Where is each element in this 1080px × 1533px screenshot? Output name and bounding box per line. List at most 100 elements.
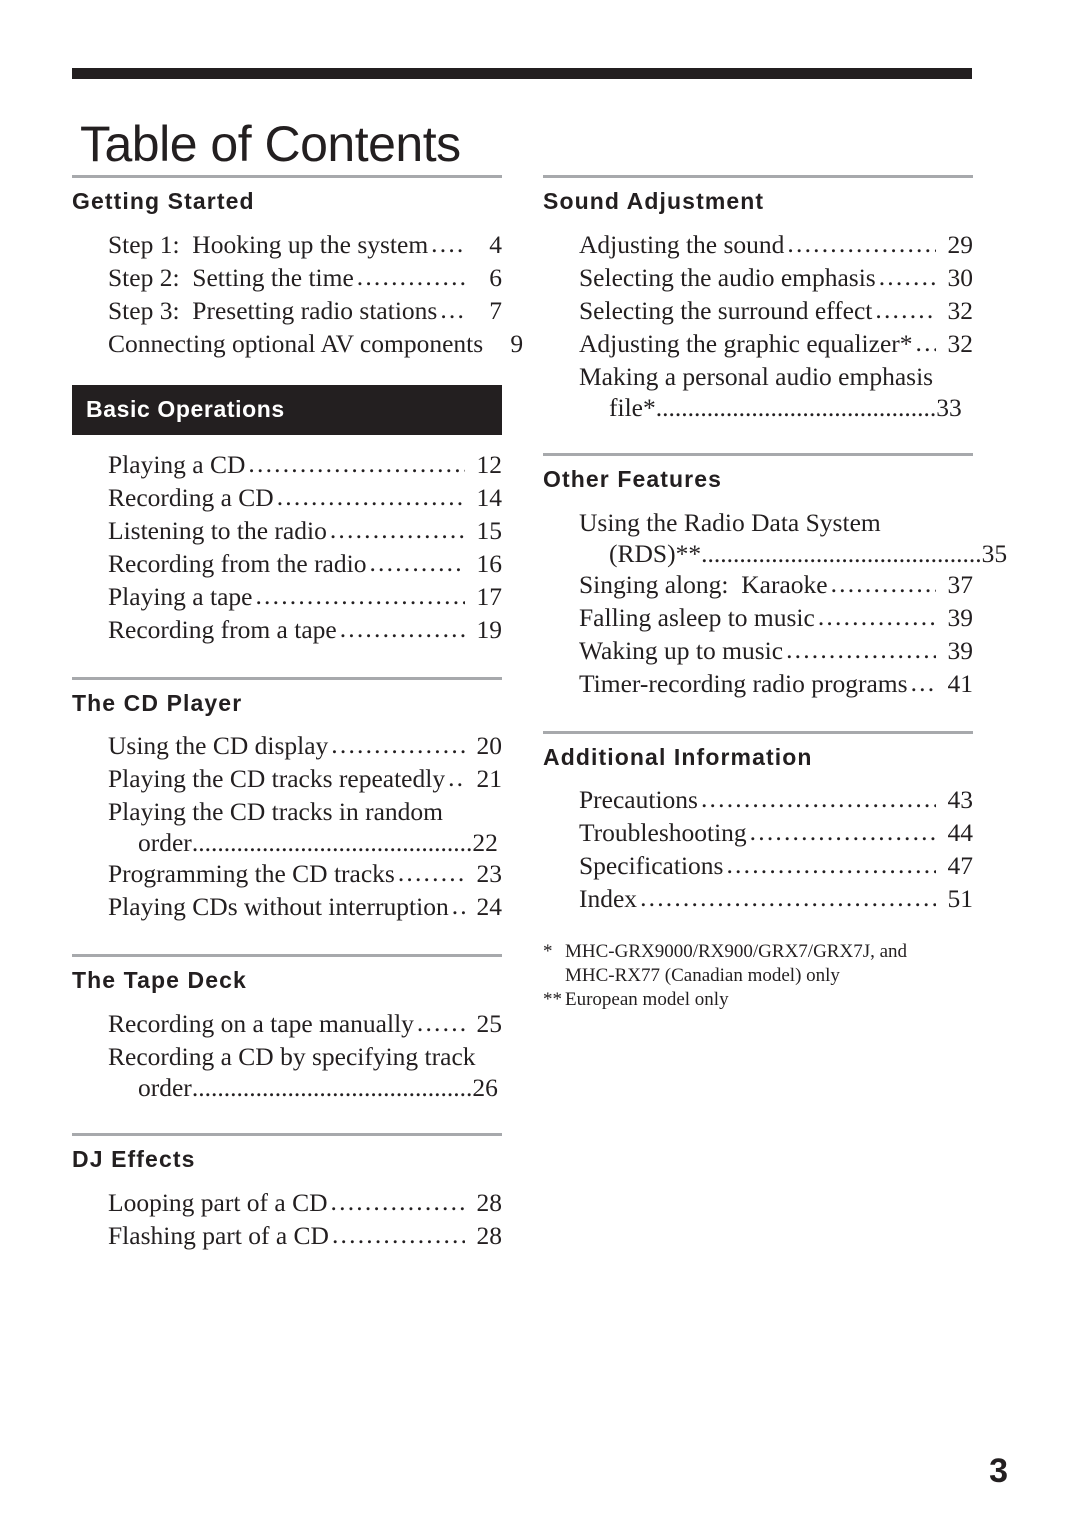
section-divider: [72, 1133, 502, 1136]
toc-entry-continuation: (RDS)**.................................…: [579, 538, 1007, 569]
toc-entry[interactable]: Step 1: Hooking up the system...........…: [72, 229, 502, 260]
toc-entry-label: Specifications: [579, 851, 724, 881]
toc-entry-label: Selecting the surround effect: [579, 295, 873, 325]
toc-entry[interactable]: Selecting the audio emphasis............…: [543, 262, 973, 293]
toc-entry-list: Using the CD display....................…: [72, 730, 502, 922]
toc-entry[interactable]: Playing CDs without interruption........…: [72, 891, 502, 922]
toc-entry[interactable]: Falling asleep to music.................…: [543, 602, 973, 633]
toc-entry-label: Step 3: Presetting radio stations: [108, 295, 438, 325]
toc-entry[interactable]: Connecting optional AV components.......…: [72, 328, 523, 359]
dot-leader: ........................................…: [451, 891, 465, 921]
toc-entry-page-number: 7: [489, 295, 502, 325]
toc-entry[interactable]: Waking up to music......................…: [543, 635, 973, 666]
toc-entry-list: Precautions.............................…: [543, 784, 973, 914]
toc-entry-page-number: 28: [476, 1220, 503, 1250]
dot-leader: ........................................…: [786, 634, 936, 664]
toc-entry[interactable]: Adjusting the graphic equalizer*........…: [543, 328, 973, 359]
toc-section: The Tape Deck Recording on a tape manuall…: [72, 954, 502, 1103]
section-heading[interactable]: Sound Adjustment: [543, 187, 973, 216]
toc-entry[interactable]: Recording a CD by specifying track order.…: [72, 1041, 502, 1103]
toc-entry[interactable]: Timer-recording radio programs..........…: [543, 668, 973, 699]
dot-leader: ........................................…: [191, 1073, 473, 1102]
toc-entry-list: Step 1: Hooking up the system...........…: [72, 229, 523, 359]
toc-entry-label: Adjusting the sound: [579, 229, 785, 259]
footnote: ** European model only: [543, 988, 973, 1012]
toc-entry[interactable]: Using the Radio Data System (RDS)**......…: [543, 507, 1007, 569]
toc-entry[interactable]: Precautions.............................…: [543, 784, 973, 815]
toc-entry[interactable]: Recording from the radio................…: [72, 548, 502, 579]
toc-entry[interactable]: Playing the CD tracks repeatedly........…: [72, 763, 502, 794]
dot-leader: ........................................…: [655, 392, 937, 422]
toc-entry[interactable]: Programming the CD tracks...............…: [72, 858, 502, 889]
toc-entry[interactable]: Playing a CD............................…: [72, 449, 502, 480]
toc-entry-page-number: 4: [489, 229, 502, 259]
toc-entry-page-number: 15: [476, 515, 503, 545]
toc-entry[interactable]: Step 3: Presetting radio stations.......…: [72, 295, 502, 326]
toc-entry[interactable]: Flashing part of a CD...................…: [72, 1220, 502, 1251]
section-divider: [72, 954, 502, 958]
toc-entry-label: Connecting optional AV components: [108, 328, 484, 358]
dot-leader: ........................................…: [440, 294, 465, 324]
toc-entry-page-number: 51: [947, 884, 974, 914]
toc-entry-label: Playing the CD tracks repeatedly: [108, 764, 446, 794]
toc-entry[interactable]: Troubleshooting.........................…: [543, 817, 973, 848]
toc-entry-page-number: 26: [472, 1073, 498, 1102]
toc-entry-page-number: 32: [947, 328, 974, 358]
section-heading[interactable]: DJ Effects: [72, 1145, 502, 1174]
toc-entry-label-second-line: order: [138, 828, 192, 858]
toc-entry-label: Step 2: Setting the time: [108, 262, 354, 292]
toc-entry-label-second-line: order: [138, 1073, 192, 1102]
dot-leader: ........................................…: [830, 568, 936, 598]
toc-entry-label: Listening to the radio: [108, 515, 327, 545]
page-number: 3: [989, 1452, 1008, 1490]
toc-section: Getting Started Step 1: Hooking up the sy…: [72, 175, 523, 359]
toc-entry[interactable]: Recording a CD..........................…: [72, 482, 502, 513]
toc-entry-label: Playing the CD tracks in random: [108, 797, 443, 827]
toc-entry-label: Using the Radio Data System: [579, 507, 881, 537]
toc-entry-continuation: order...................................…: [108, 827, 502, 858]
toc-entry[interactable]: Recording from a tape...................…: [72, 614, 502, 645]
toc-entry[interactable]: Index...................................…: [543, 883, 973, 914]
toc-entry-continuation: order...................................…: [108, 1072, 502, 1103]
toc-entry[interactable]: Adjusting the sound.....................…: [543, 229, 973, 260]
toc-entry-page-number: 21: [476, 764, 503, 794]
section-heading[interactable]: Basic Operations: [72, 384, 502, 435]
toc-entry[interactable]: Looping part of a CD....................…: [72, 1187, 502, 1218]
footnote-text-line: MHC-GRX9000/RX900/GRX7/GRX7J, and: [565, 941, 908, 963]
toc-entry-page-number: 47: [947, 851, 974, 881]
toc-entry[interactable]: Specifications..........................…: [543, 850, 973, 881]
dot-leader: ........................................…: [700, 784, 936, 814]
header-rule: [72, 68, 972, 79]
section-heading[interactable]: The CD Player: [72, 689, 502, 718]
dot-leader: ........................................…: [331, 730, 465, 760]
toc-entry[interactable]: Singing along: Karaoke..................…: [543, 569, 973, 600]
toc-entry-page-number: 23: [476, 859, 503, 889]
dot-leader: ........................................…: [397, 858, 465, 888]
section-divider: [72, 676, 502, 680]
toc-section: Basic Operations Playing a CD............…: [72, 384, 502, 645]
toc-entry[interactable]: Playing a tape..........................…: [72, 581, 502, 612]
section-divider: [543, 175, 973, 178]
dot-leader: ........................................…: [255, 580, 465, 610]
dot-leader: ........................................…: [416, 1008, 465, 1037]
toc-entry[interactable]: Step 2: Setting the time................…: [72, 262, 502, 293]
dot-leader: ........................................…: [331, 1219, 465, 1249]
toc-entry[interactable]: Playing the CD tracks in random order....…: [72, 796, 502, 858]
section-heading[interactable]: Getting Started: [72, 187, 502, 216]
section-heading[interactable]: The Tape Deck: [72, 966, 502, 995]
toc-entry-page-number: 16: [476, 548, 503, 578]
dot-leader: ........................................…: [431, 228, 465, 258]
toc-entry[interactable]: Recording on a tape manually............…: [72, 1008, 502, 1039]
toc-entry[interactable]: Using the CD display....................…: [72, 730, 502, 761]
toc-entry[interactable]: Selecting the surround effect...........…: [543, 295, 973, 326]
toc-entry-list: Playing a CD............................…: [72, 449, 502, 645]
section-divider: [543, 730, 973, 734]
toc-entry[interactable]: Making a personal audio emphasis file*...…: [543, 361, 973, 423]
section-heading[interactable]: Additional Information: [543, 743, 973, 772]
toc-section: The CD Player Using the CD display.......…: [72, 676, 502, 923]
section-heading[interactable]: Other Features: [543, 465, 973, 494]
toc-entry[interactable]: Listening to the radio..................…: [72, 515, 502, 546]
